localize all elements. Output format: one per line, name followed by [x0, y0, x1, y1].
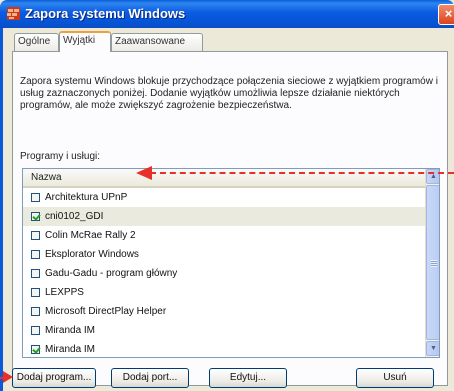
scrollbar-thumb[interactable]	[426, 185, 439, 340]
exception-checkbox[interactable]	[31, 345, 40, 354]
list-scrollbar[interactable]: ▲ ▼	[425, 169, 439, 357]
list-item[interactable]: Microsoft DirectPlay Helper	[23, 302, 425, 321]
exception-checkbox[interactable]	[31, 288, 40, 297]
list-item[interactable]: Miranda IM	[23, 340, 425, 357]
annotation-arrow-list	[150, 172, 454, 174]
list-item-label: cni0102_GDI	[45, 211, 104, 222]
exception-checkbox[interactable]	[31, 307, 40, 316]
list-item[interactable]: LEXPPS	[23, 283, 425, 302]
tab-advanced[interactable]: Zaawansowane	[111, 33, 203, 51]
programs-list[interactable]: Nazwa Architektura UPnP cni0102_GDI Coli…	[22, 168, 440, 358]
list-item[interactable]: Colin McRae Rally 2	[23, 226, 425, 245]
add-program-button[interactable]: Dodaj program...	[12, 368, 96, 388]
tab-general-label: Ogólne	[18, 36, 51, 47]
tab-general[interactable]: Ogólne	[14, 33, 59, 51]
annotation-arrowhead-icon	[136, 166, 152, 180]
list-item[interactable]: Miranda IM	[23, 321, 425, 340]
tab-advanced-label: Zaawansowane	[115, 36, 186, 47]
programs-group-label: Programy i usługi:	[20, 151, 101, 162]
scrollbar-grip	[431, 260, 437, 267]
exception-checkbox[interactable]	[31, 212, 40, 221]
add-port-button[interactable]: Dodaj port...	[111, 368, 189, 388]
list-item[interactable]: Eksplorator Windows	[23, 245, 425, 264]
list-item-label: LEXPPS	[45, 287, 84, 298]
list-item[interactable]: Architektura UPnP	[23, 188, 425, 207]
description-text: Zapora systemu Windows blokuje przychodz…	[20, 76, 438, 111]
list-item-label: Miranda IM	[45, 325, 96, 336]
close-button[interactable]: ×	[438, 4, 454, 25]
tab-exceptions[interactable]: Wyjątki	[59, 31, 111, 52]
list-rows: Architektura UPnP cni0102_GDI Colin McRa…	[23, 188, 425, 357]
tab-exceptions-label: Wyjątki	[63, 35, 96, 46]
close-icon: ×	[444, 6, 453, 21]
scroll-down-arrow-icon[interactable]: ▼	[426, 341, 439, 356]
exception-checkbox[interactable]	[31, 231, 40, 240]
firewall-shield-icon	[7, 7, 20, 20]
list-item-label: Colin McRae Rally 2	[45, 230, 136, 241]
exception-checkbox[interactable]	[31, 250, 40, 259]
list-item-label: Gadu-Gadu - program główny	[45, 268, 178, 279]
firewall-dialog: Zapora systemu Windows × Ogólne Wyjątki …	[0, 0, 454, 391]
annotation-arrowhead-right-icon	[3, 371, 13, 383]
list-item[interactable]: Gadu-Gadu - program główny	[23, 264, 425, 283]
window-frame-left	[0, 28, 3, 391]
list-item-label: Architektura UPnP	[45, 192, 128, 203]
exception-checkbox[interactable]	[31, 269, 40, 278]
edit-button[interactable]: Edytuj...	[209, 368, 287, 388]
window-title: Zapora systemu Windows	[25, 6, 186, 21]
list-item[interactable]: cni0102_GDI	[23, 207, 425, 226]
list-item-label: Miranda IM	[45, 344, 96, 355]
delete-button[interactable]: Usuń	[356, 368, 434, 388]
exception-checkbox[interactable]	[31, 193, 40, 202]
list-item-label: Microsoft DirectPlay Helper	[45, 306, 167, 317]
title-bar[interactable]: Zapora systemu Windows ×	[0, 0, 454, 28]
exception-checkbox[interactable]	[31, 326, 40, 335]
list-item-label: Eksplorator Windows	[45, 249, 139, 260]
